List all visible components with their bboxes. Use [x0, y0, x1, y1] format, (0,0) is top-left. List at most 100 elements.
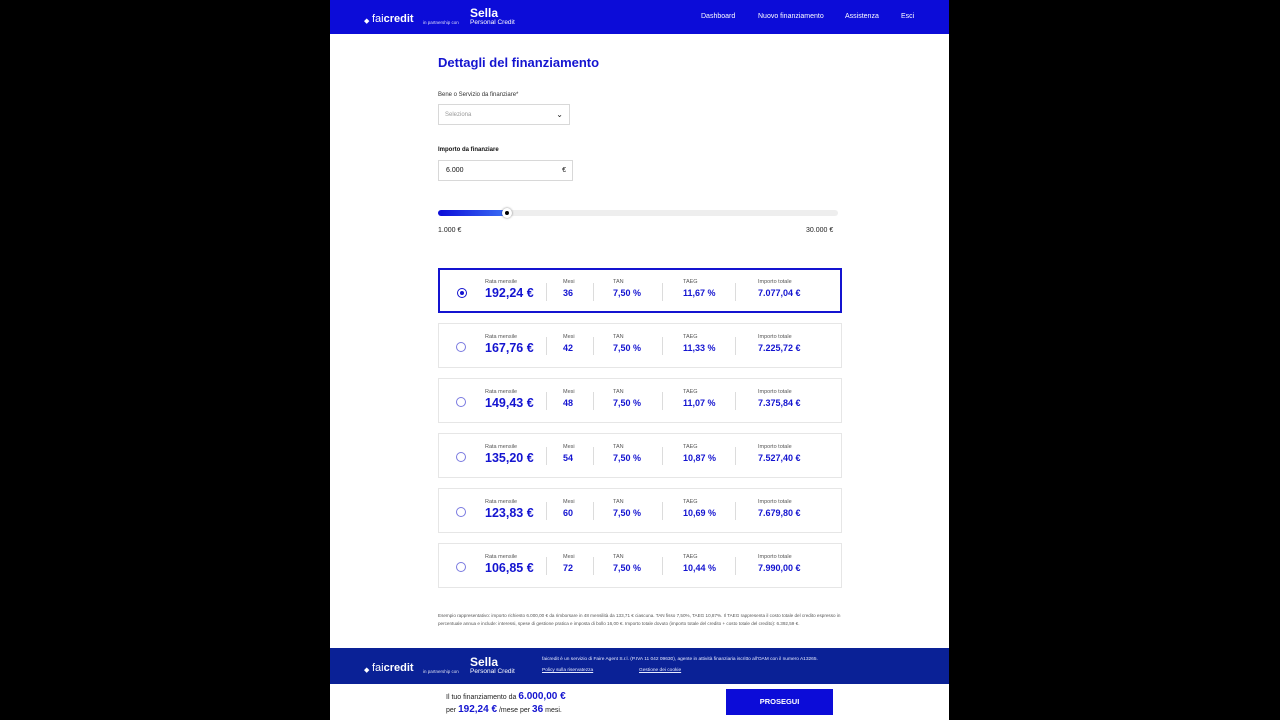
- representative-example-note: Esempio rappresentativo: importo richies…: [438, 613, 841, 626]
- plan-column-divider: [593, 447, 594, 465]
- plan-totale-label: Importo totale: [758, 334, 792, 340]
- plan-column-divider: [735, 557, 736, 575]
- summary-mesi-suffix: mesi.: [545, 707, 562, 714]
- plan-option-card[interactable]: Rata mensile 123,83 € Mesi 60 TAN 7,50 % TAEG 1…: [438, 488, 842, 533]
- plan-totale-label: Importo totale: [758, 554, 792, 560]
- plan-mesi-value: 72: [563, 563, 574, 573]
- plan-column-divider: [735, 502, 736, 520]
- plan-totale-label: Importo totale: [758, 389, 792, 395]
- plan-taeg-label: TAEG: [683, 444, 698, 450]
- plan-column-divider: [593, 502, 594, 520]
- plan-mesi-label: Mesi: [563, 389, 575, 395]
- plan-radio[interactable]: [456, 342, 466, 352]
- importo-input[interactable]: 6.000 €: [438, 160, 573, 181]
- plan-rata-label: Rata mensile: [485, 554, 518, 560]
- plan-tan-label: TAN: [613, 389, 624, 395]
- importo-slider[interactable]: [438, 208, 838, 218]
- leaf-icon: ◆: [364, 18, 370, 25]
- plan-rata-label: Rata mensile: [485, 499, 518, 505]
- nav-nuovo-finanziamento[interactable]: Nuovo finanziamento: [758, 13, 824, 20]
- plan-column-divider: [662, 447, 663, 465]
- plan-column-divider: [735, 447, 736, 465]
- plan-column-divider: [735, 283, 736, 301]
- plan-column-divider: [546, 502, 547, 520]
- summary-mesi: 36: [532, 704, 544, 715]
- plan-tan-value: 7,50 %: [613, 288, 642, 298]
- sella-logo-text: Sella: [470, 655, 499, 669]
- plan-mesi-value: 48: [563, 398, 574, 408]
- plan-radio[interactable]: [456, 397, 466, 407]
- summary-bar: Il tuo finanziamento da 6.000,00 € per 1…: [330, 684, 949, 720]
- plan-rata-value: 135,20 €: [485, 451, 534, 465]
- plan-column-divider: [662, 557, 663, 575]
- plan-radio[interactable]: [456, 507, 466, 517]
- bene-select[interactable]: Seleziona ⌄: [438, 104, 570, 125]
- plan-mesi-label: Mesi: [563, 334, 575, 340]
- plan-column-divider: [662, 392, 663, 410]
- summary-mese-per: /mese per: [498, 707, 531, 714]
- plan-taeg-value: 10,87 %: [683, 453, 717, 463]
- plan-radio[interactable]: [457, 288, 467, 298]
- importo-value: 6.000: [446, 167, 464, 174]
- plan-column-divider: [593, 337, 594, 355]
- plan-column-divider: [593, 557, 594, 575]
- plan-radio[interactable]: [456, 562, 466, 572]
- plan-column-divider: [662, 283, 663, 301]
- plan-column-divider: [593, 392, 594, 410]
- plan-mesi-label: Mesi: [563, 279, 575, 285]
- plan-rata-label: Rata mensile: [485, 334, 518, 340]
- plan-rata-label: Rata mensile: [485, 389, 518, 395]
- nav-dashboard[interactable]: Dashboard: [701, 13, 735, 20]
- plan-taeg-value: 10,44 %: [683, 563, 717, 573]
- page: ◆ faicredit in partnership con Sella Per…: [330, 0, 949, 720]
- slider-handle[interactable]: [501, 208, 512, 218]
- plan-option-card[interactable]: Rata mensile 167,76 € Mesi 42 TAN 7,50 % TAEG 1…: [438, 323, 842, 368]
- plan-tan-value: 7,50 %: [613, 398, 642, 408]
- plan-taeg-label: TAEG: [683, 334, 698, 340]
- footer: ◆ faicredit in partnership con Sella Per…: [330, 648, 949, 684]
- plan-column-divider: [546, 283, 547, 301]
- plan-taeg-label: TAEG: [683, 554, 698, 560]
- plan-rata-value: 106,85 €: [485, 561, 534, 575]
- chevron-down-icon: ⌄: [556, 110, 563, 119]
- plan-option-card[interactable]: Rata mensile 192,24 € Mesi 36 TAN 7,50 % TAEG 1…: [438, 268, 842, 313]
- plan-rata-value: 123,83 €: [485, 506, 534, 520]
- plan-taeg-value: 11,07 %: [683, 398, 716, 408]
- plan-column-divider: [593, 283, 594, 301]
- plan-rata-label: Rata mensile: [485, 279, 518, 285]
- privacy-policy-link[interactable]: Policy sulla riservatezza: [542, 668, 593, 673]
- plan-option-card[interactable]: Rata mensile 106,85 € Mesi 72 TAN 7,50 % TAEG 1…: [438, 543, 842, 588]
- slider-max-label: 30.000 €: [806, 227, 834, 234]
- personal-credit-text: Personal Credit: [470, 19, 515, 26]
- nav-esci[interactable]: Esci: [901, 13, 914, 20]
- plan-taeg-label: TAEG: [683, 279, 698, 285]
- summary-per: per: [446, 707, 457, 714]
- cookie-policy-link[interactable]: Gestione dei cookie: [639, 668, 681, 673]
- nav-assistenza[interactable]: Assistenza: [845, 13, 879, 20]
- slider-fill: [438, 210, 507, 216]
- plan-taeg-value: 11,67 %: [683, 288, 716, 298]
- plan-column-divider: [546, 337, 547, 355]
- bene-label: Bene o Servizio da finanziare*: [438, 92, 519, 98]
- plan-mesi-value: 36: [563, 288, 574, 298]
- plan-taeg-label: TAEG: [683, 499, 698, 505]
- plan-rata-value: 167,76 €: [485, 341, 534, 355]
- plan-tan-label: TAN: [613, 334, 624, 340]
- plan-column-divider: [546, 392, 547, 410]
- summary-rata: 192,24 €: [458, 704, 498, 715]
- plan-taeg-value: 10,69 %: [683, 508, 717, 518]
- plan-taeg-label: TAEG: [683, 389, 698, 395]
- page-title: Dettagli del finanziamento: [438, 55, 600, 70]
- plan-column-divider: [546, 447, 547, 465]
- prosegui-button[interactable]: PROSEGUI: [726, 689, 833, 715]
- plan-rata-label: Rata mensile: [485, 444, 518, 450]
- summary-line-2: per 192,24 € /mese per 36 mesi.: [446, 704, 562, 715]
- plan-option-card[interactable]: Rata mensile 149,43 € Mesi 48 TAN 7,50 % TAEG 1…: [438, 378, 842, 423]
- plan-rata-value: 149,43 €: [485, 396, 534, 410]
- plan-radio[interactable]: [456, 452, 466, 462]
- plan-column-divider: [546, 557, 547, 575]
- plan-option-card[interactable]: Rata mensile 135,20 € Mesi 54 TAN 7,50 % TAEG 1…: [438, 433, 842, 478]
- plan-totale-label: Importo totale: [758, 279, 792, 285]
- plan-totale-value: 7.077,04 €: [758, 288, 801, 298]
- plan-totale-value: 7.679,80 €: [758, 508, 801, 518]
